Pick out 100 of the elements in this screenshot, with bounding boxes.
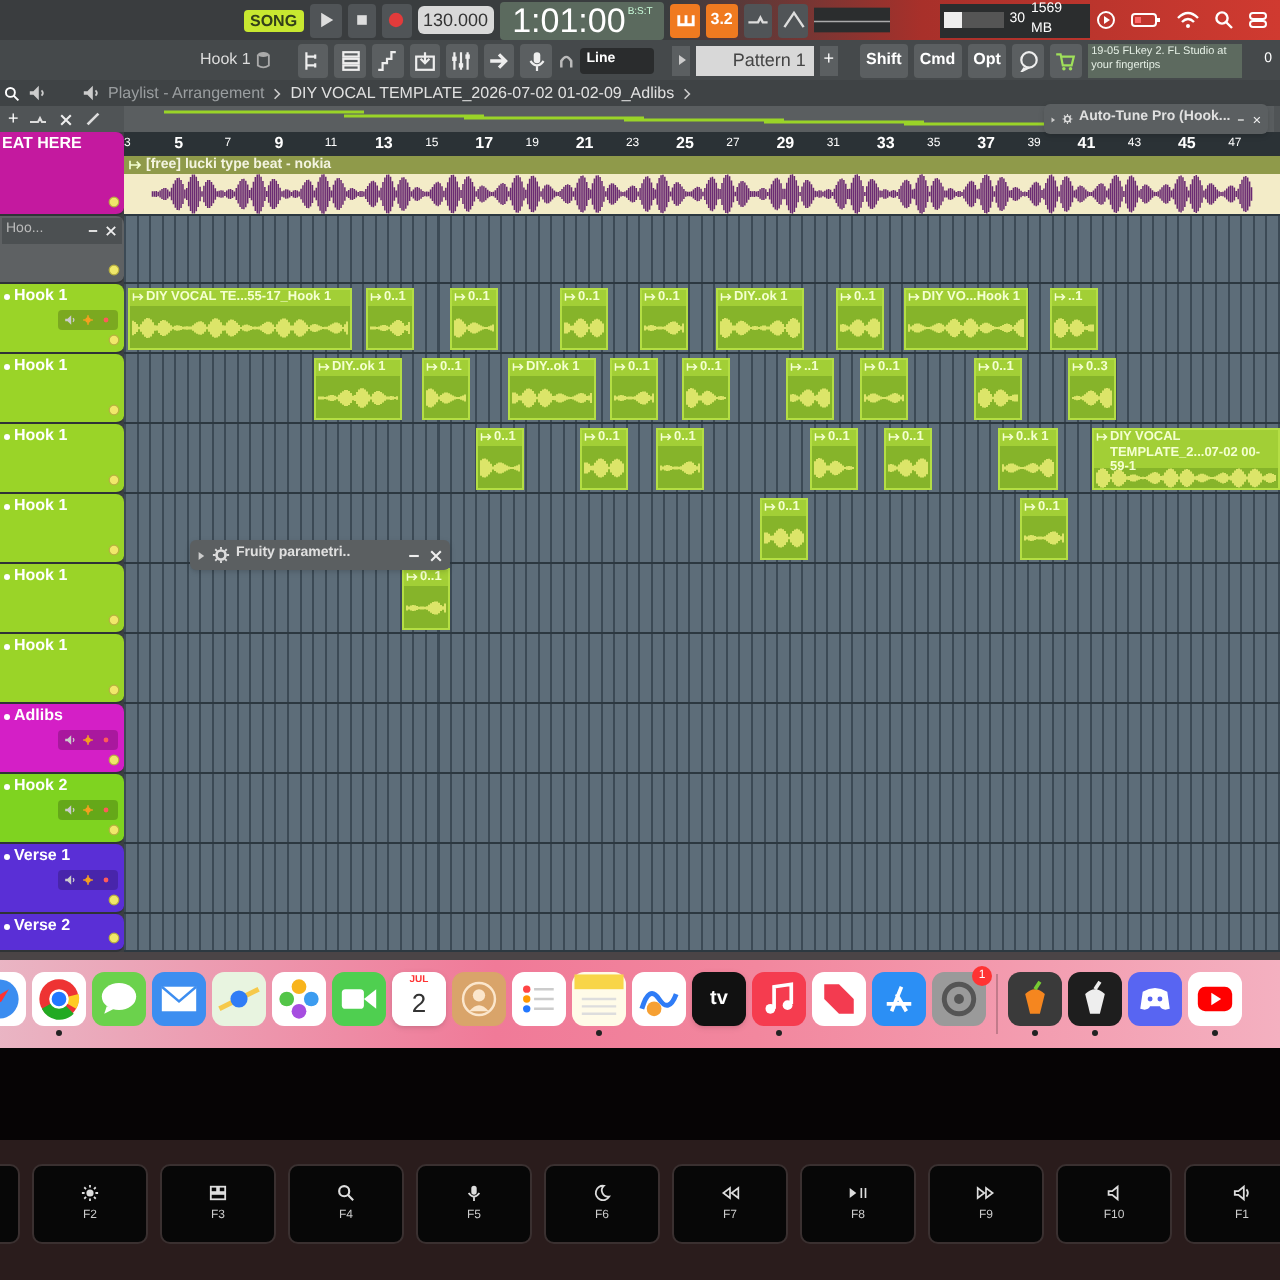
wait-button[interactable]	[743, 3, 773, 37]
gear-app-icon[interactable]	[932, 972, 986, 1026]
toolbar-button[interactable]	[334, 43, 366, 77]
track-header[interactable]: Adlibs	[0, 704, 124, 774]
list-app-icon[interactable]	[512, 972, 566, 1026]
track-header[interactable]: Hook 1	[0, 354, 124, 424]
speaker-icon[interactable]	[64, 874, 76, 886]
pencil-icon[interactable]	[84, 110, 103, 128]
tempo-display[interactable]: 130.000	[417, 6, 495, 34]
fast-forward-icon	[976, 1183, 996, 1201]
toolbar-button[interactable]	[446, 43, 478, 77]
close-icon[interactable]	[104, 224, 118, 238]
speaker-icon[interactable]	[82, 84, 100, 102]
modifier-button[interactable]: Opt	[967, 43, 1007, 77]
indicator-light-icon[interactable]	[108, 196, 120, 208]
bar-number: 5	[174, 132, 186, 156]
chevron-icon	[272, 85, 283, 101]
arrangement-path[interactable]: DIY VOCAL TEMPLATE_2026-07-02 01-02-09_Adlibs	[290, 81, 675, 105]
arrow-icon	[454, 292, 466, 302]
play-button-app-icon[interactable]	[1188, 972, 1242, 1026]
toolbar-button[interactable]	[520, 43, 552, 77]
pattern-selector[interactable]: Pattern 1	[695, 45, 814, 75]
loop-button[interactable]	[778, 3, 808, 37]
stop-button[interactable]	[347, 3, 377, 37]
track-header[interactable]: Verse 1	[0, 844, 124, 914]
pattern-prev-button[interactable]	[672, 45, 690, 75]
control-center-icon[interactable]	[1248, 10, 1268, 30]
precount-button[interactable]: 3.2	[705, 3, 738, 37]
video-camera-app-icon[interactable]	[332, 972, 386, 1026]
toolbar-button[interactable]	[297, 43, 329, 77]
arrow-icon	[426, 362, 438, 372]
minimize-icon[interactable]	[86, 224, 100, 238]
gear-icon[interactable]	[1062, 110, 1074, 128]
toolbar-button[interactable]	[483, 43, 515, 77]
add-pattern-button[interactable]: +	[819, 45, 839, 75]
arrow-icon	[1002, 432, 1014, 442]
map-app-icon[interactable]	[212, 972, 266, 1026]
triangle-icon[interactable]	[196, 547, 206, 563]
track-header[interactable]: Verse 2	[0, 914, 124, 952]
squiggle-app-icon[interactable]	[632, 972, 686, 1026]
tv-app-icon[interactable]: tv	[692, 972, 746, 1026]
bar-number: 17	[475, 132, 496, 156]
time-display: 1:01:00	[512, 1, 626, 39]
pan-icon[interactable]	[82, 734, 94, 746]
close-icon[interactable]	[58, 111, 75, 127]
waveform-drawing	[564, 317, 604, 337]
song-mode-button[interactable]: SONG	[244, 9, 304, 31]
record-icon	[384, 8, 409, 32]
play-circle-icon[interactable]	[1096, 10, 1116, 30]
toolbar-button[interactable]	[371, 43, 404, 77]
indicator-light-icon[interactable]	[108, 754, 120, 766]
search-icon[interactable]	[1214, 10, 1234, 30]
shop-button[interactable]	[1049, 43, 1082, 77]
bar-number: 45	[1177, 132, 1198, 156]
indicator-light-icon[interactable]	[108, 264, 120, 276]
notepad-app-icon[interactable]	[572, 972, 626, 1026]
play-button[interactable]	[309, 3, 342, 37]
battery-icon[interactable]	[1130, 10, 1162, 30]
modifier-button[interactable]: Cmd	[913, 43, 962, 77]
indicator-light-icon[interactable]	[108, 894, 120, 906]
metronome-button[interactable]	[670, 3, 700, 37]
waveform-drawing	[908, 317, 1024, 337]
waveform-drawing	[1072, 387, 1112, 407]
bullet-icon	[2, 851, 12, 861]
track-name: Adlibs	[14, 706, 63, 726]
news-app-icon[interactable]	[812, 972, 866, 1026]
zoom-icon[interactable]	[4, 85, 20, 101]
arrow-icon	[840, 292, 852, 302]
toolbar-button[interactable]	[409, 43, 441, 77]
track-header[interactable]: Hook 1	[0, 564, 124, 634]
track-header[interactable]: Hook 1	[0, 634, 124, 704]
envelope-app-icon[interactable]	[152, 972, 206, 1026]
channel-name: Hook 1	[200, 48, 251, 72]
wifi-icon[interactable]	[1176, 10, 1200, 30]
speaker-icon[interactable]	[64, 734, 76, 746]
track-header[interactable]: EAT HERE	[0, 132, 124, 216]
modifier-button[interactable]: Shift	[860, 43, 908, 77]
flower-app-icon[interactable]	[272, 972, 326, 1026]
add-track-button[interactable]: +	[8, 110, 19, 128]
close-icon[interactable]	[428, 547, 444, 563]
rows-icon	[339, 49, 362, 71]
pan-icon[interactable]	[82, 874, 94, 886]
music-note-app-icon[interactable]	[752, 972, 806, 1026]
level-graph-drawing	[813, 4, 891, 36]
game-controller-app-icon[interactable]	[1128, 972, 1182, 1026]
indicator-light-icon[interactable]	[108, 932, 120, 944]
waveform-drawing	[864, 387, 904, 407]
hint-button[interactable]	[1012, 43, 1044, 77]
bullet-icon	[2, 641, 12, 651]
close-icon[interactable]	[1252, 111, 1262, 127]
fruit-app-icon[interactable]	[1068, 972, 1122, 1026]
arrow-icon	[978, 362, 990, 372]
letter-a-app-icon[interactable]	[872, 972, 926, 1026]
record-arm-icon[interactable]	[100, 874, 112, 886]
track-header[interactable]: Hook 1	[0, 494, 124, 564]
speaker-icon[interactable]	[28, 84, 46, 102]
gear-icon[interactable]	[212, 546, 230, 564]
track-header[interactable]: Hook 1	[0, 424, 124, 494]
round-logo-app-icon[interactable]	[32, 972, 86, 1026]
waveform-drawing	[1002, 457, 1054, 477]
